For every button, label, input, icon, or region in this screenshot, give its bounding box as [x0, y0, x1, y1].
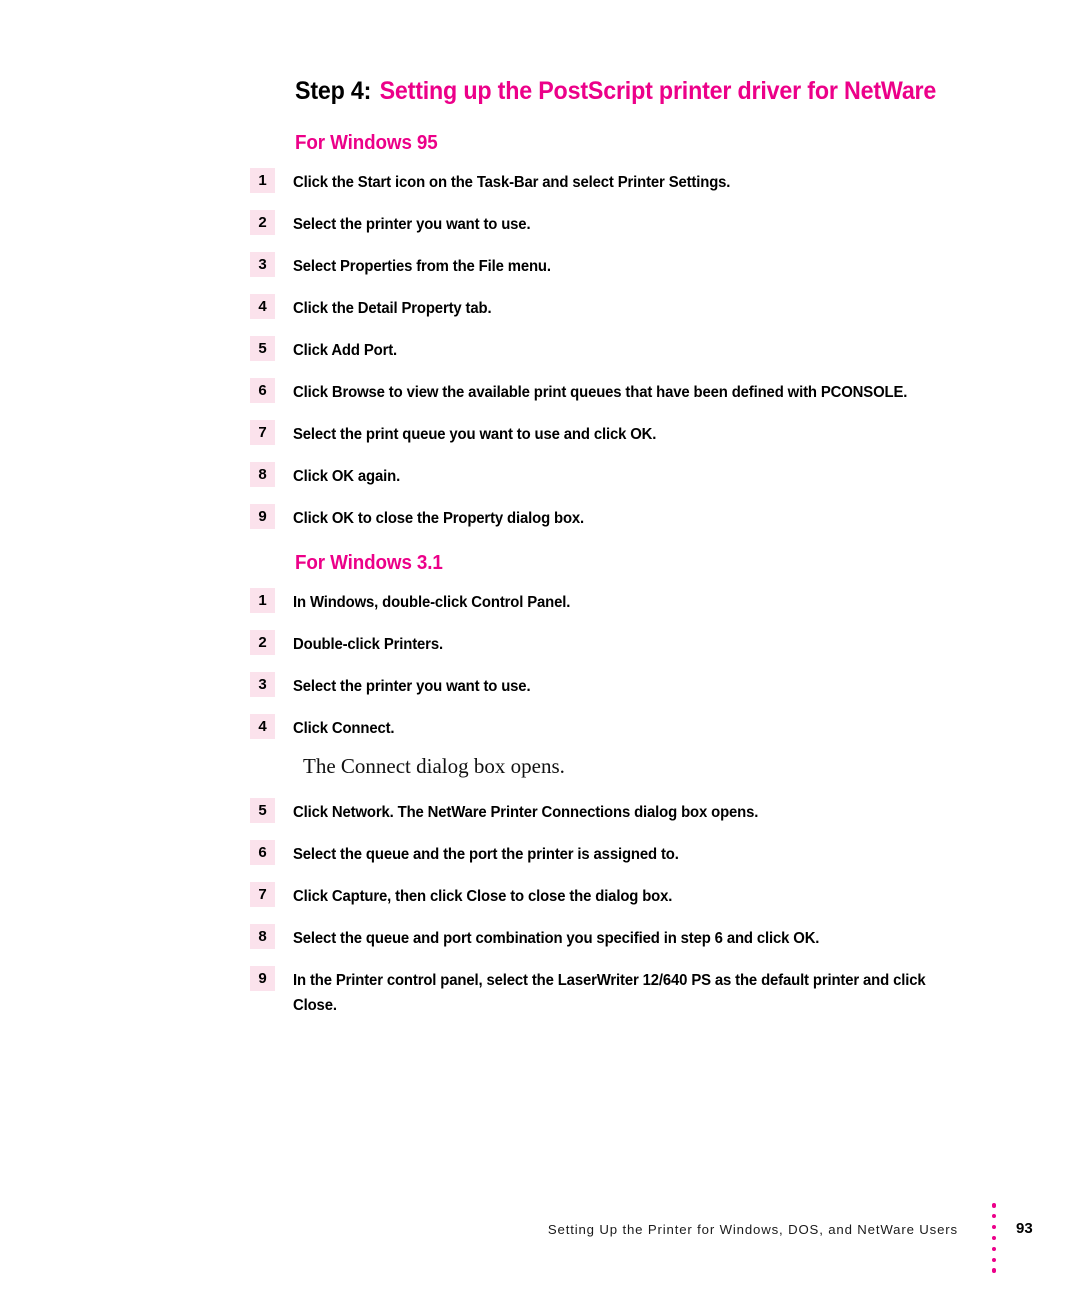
step-number-badge: 3 — [250, 672, 275, 697]
step-text: In Windows, double-click Control Panel. — [293, 594, 571, 611]
step-text: Click OK to close the Property dialog bo… — [293, 510, 585, 527]
step-text: Double-click Printers. — [293, 636, 443, 653]
step-number-badge: 4 — [250, 714, 275, 739]
step-title: Setting up the PostScript printer driver… — [379, 77, 937, 105]
footer-running-head: Setting Up the Printer for Windows, DOS,… — [547, 1222, 958, 1237]
document-page: Step 4: Setting up the PostScript printer… — [0, 0, 1080, 1296]
step-number-badge: 6 — [250, 378, 275, 403]
step-text: Select the queue and port combination yo… — [293, 930, 820, 947]
step-label: Step 4: — [295, 77, 372, 105]
step-number-badge: 8 — [250, 924, 275, 949]
step-text: Select the print queue you want to use a… — [293, 426, 657, 443]
step-text: Click OK again. — [293, 468, 401, 485]
step-number-badge: 7 — [250, 420, 275, 445]
step-text: Click Capture, then click Close to close… — [293, 888, 673, 905]
step-number-badge: 5 — [250, 798, 275, 823]
subheading-windows-31: For Windows 3.1 — [295, 552, 443, 574]
step-number-badge: 3 — [250, 252, 275, 277]
step-number-badge: 9 — [250, 966, 275, 991]
step-text: Click the Start icon on the Task-Bar and… — [293, 174, 731, 191]
step-text: Select Properties from the File menu. — [293, 258, 551, 275]
step-text: Select the printer you want to use. — [293, 678, 531, 695]
step-text: In the Printer control panel, select the… — [293, 972, 926, 1014]
page-number: 93 — [1016, 1220, 1033, 1237]
step-number-badge: 8 — [250, 462, 275, 487]
page-footer: Setting Up the Printer for Windows, DOS,… — [0, 1203, 1080, 1275]
step-text: Select the queue and the port the printe… — [293, 846, 679, 863]
page-title: Step 4: Setting up the PostScript printer… — [295, 76, 936, 106]
subheading-windows-95: For Windows 95 — [295, 132, 438, 154]
step-number-badge: 7 — [250, 882, 275, 907]
step-text: Click Network. The NetWare Printer Conne… — [293, 804, 759, 821]
step-number-badge: 2 — [250, 210, 275, 235]
step-number-badge: 2 — [250, 630, 275, 655]
step-number-badge: 5 — [250, 336, 275, 361]
step-number-badge: 1 — [250, 588, 275, 613]
body-note: The Connect dialog box opens. — [303, 754, 565, 778]
step-number-badge: 4 — [250, 294, 275, 319]
step-number-badge: 6 — [250, 840, 275, 865]
step-number-badge: 1 — [250, 168, 275, 193]
step-text: Click the Detail Property tab. — [293, 300, 492, 317]
step-number-badge: 9 — [250, 504, 275, 529]
step-text: Click Add Port. — [293, 342, 398, 359]
step-text: Click Connect. — [293, 720, 395, 737]
step-text: Select the printer you want to use. — [293, 216, 531, 233]
step-text: Click Browse to view the available print… — [293, 384, 908, 401]
dotted-rule-icon — [991, 1203, 997, 1273]
